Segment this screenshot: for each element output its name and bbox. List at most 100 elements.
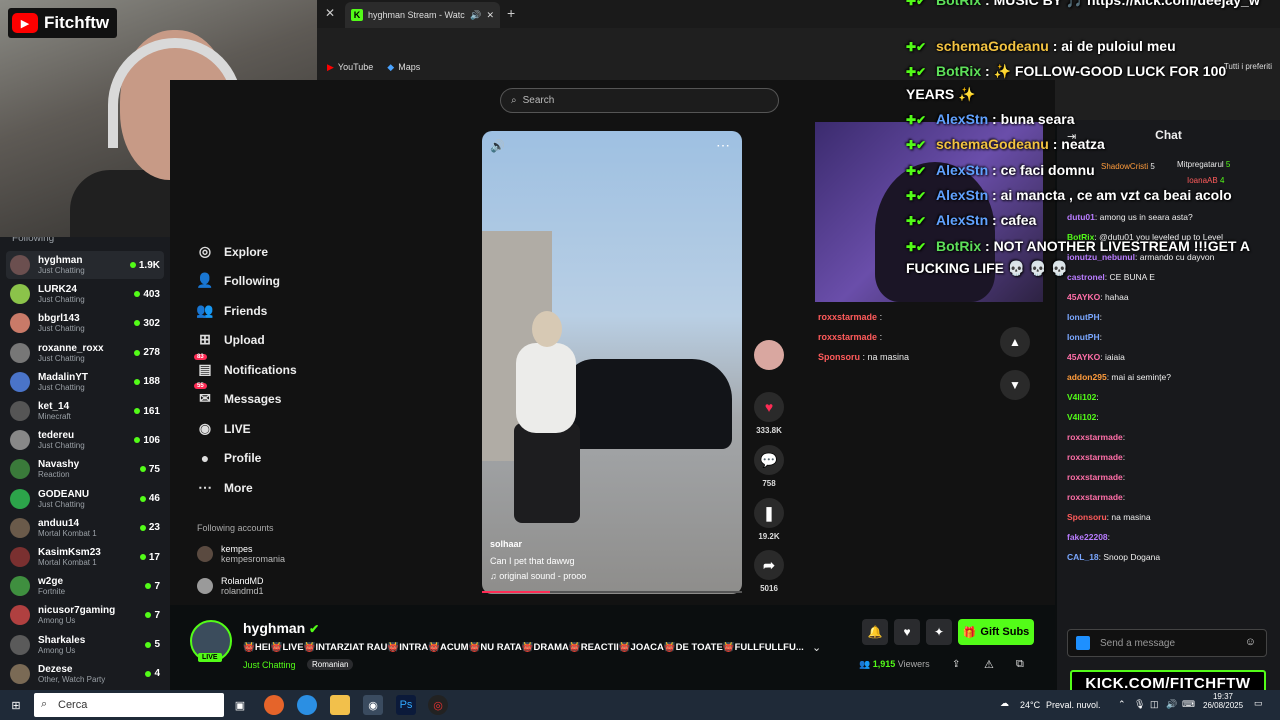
overlay-chat-line: ✚✔ schemaGodeanu : neatza <box>906 136 1105 152</box>
chat-username[interactable]: IonutPH <box>1067 312 1100 322</box>
nav-notifications[interactable]: ▤ 83 Notifications <box>194 354 297 378</box>
new-tab-icon[interactable]: + <box>507 5 515 21</box>
notification-center-icon[interactable]: ▭ <box>1254 698 1263 709</box>
volume-icon[interactable]: 🔊 <box>1166 699 1177 710</box>
video-progress[interactable] <box>482 591 742 593</box>
chevron-down-icon[interactable]: ▼ <box>1000 370 1030 400</box>
sparkle-icon[interactable]: ✦ <box>926 619 952 645</box>
follow-heart-icon[interactable]: ♥ <box>894 619 920 645</box>
sidebar-item-navashy[interactable]: Navashy Reaction 75 <box>6 455 164 483</box>
all-favorites[interactable]: Tutti i preferiti <box>1224 62 1272 71</box>
sidebar-item-tedereu[interactable]: tedereu Just Chatting 106 <box>6 426 164 454</box>
network-icon[interactable]: ◫ <box>1150 699 1159 710</box>
search-input[interactable]: ⌕ Search <box>500 88 779 113</box>
notification-bell-icon[interactable]: 🔔 <box>862 619 888 645</box>
sidebar-item-lurk24[interactable]: LURK24 Just Chatting 403 <box>6 280 164 308</box>
sidebar-item-godeanu[interactable]: GODEANU Just Chatting 46 <box>6 485 164 513</box>
taskbar-search[interactable]: ⌕ Cerca <box>34 693 224 717</box>
clip-icon[interactable]: ⧉ <box>1016 658 1024 671</box>
chat-username[interactable]: V4li102 <box>1067 392 1096 402</box>
nav-explore[interactable]: ◎ Explore <box>196 243 268 260</box>
sidebar-item-hyghman[interactable]: hyghman Just Chatting 1.9K <box>6 251 164 279</box>
channel-name[interactable]: hyghman ✔ <box>243 620 319 636</box>
edge-icon[interactable] <box>297 695 317 715</box>
send-message-input[interactable]: Send a message ☺ <box>1067 629 1267 657</box>
tab-hyghman[interactable]: K hyghman Stream - Watch L 🔊 ✕ <box>345 2 500 28</box>
sidebar-item-madalinyt[interactable]: MadalinYT Just Chatting 188 <box>6 368 164 396</box>
sidebar-item-kasimksm23[interactable]: KasimKsm23 Mortal Kombat 1 17 <box>6 543 164 571</box>
chat-username[interactable]: roxxstarmade <box>1067 472 1123 482</box>
chevron-up-icon[interactable]: ▲ <box>1000 327 1030 357</box>
nav-following[interactable]: 👤 Following <box>196 272 280 289</box>
expand-title-icon[interactable]: ⌄ <box>812 641 821 654</box>
firefox-icon[interactable] <box>264 695 284 715</box>
following-account[interactable]: kempes kempesromania <box>197 544 285 564</box>
sidebar-item-roxanne_roxx[interactable]: roxanne_roxx Just Chatting 278 <box>6 339 164 367</box>
obs-icon[interactable]: ◎ <box>428 695 448 715</box>
chat-username[interactable]: Sponsoru <box>1067 512 1107 522</box>
sidebar-item-anduu14[interactable]: anduu14 Mortal Kombat 1 23 <box>6 514 164 542</box>
overlay-chat-line: ✚✔ schemaGodeanu : ai de puloiul meu <box>906 38 1176 54</box>
report-icon[interactable]: ⚠ <box>984 658 994 671</box>
chat-username[interactable]: IonutPH <box>1067 332 1100 342</box>
emoji-icon[interactable]: ☺ <box>1245 636 1256 648</box>
nav-more[interactable]: ⋯ More <box>196 479 253 496</box>
video-author[interactable]: solhaar <box>490 539 522 549</box>
chat-username[interactable]: roxxstarmade <box>1067 492 1123 502</box>
chat-username[interactable]: fake22208 <box>1067 532 1108 542</box>
chat-username[interactable]: V4li102 <box>1067 412 1096 422</box>
share-button[interactable]: ➦ 5016 <box>752 550 786 593</box>
sidebar-item-w2ge[interactable]: w2ge Fortnite 7 <box>6 572 164 600</box>
gift-subs-button[interactable]: 🎁 Gift Subs <box>958 619 1034 645</box>
volume-icon[interactable]: 🔊 <box>490 139 505 153</box>
like-button[interactable]: ♥ 333.8K <box>752 392 786 435</box>
windows-start-icon[interactable]: ⊞ <box>6 695 26 715</box>
chat-username[interactable]: roxxstarmade <box>1067 452 1123 462</box>
mic-icon[interactable]: 🎙 <box>1134 699 1145 710</box>
tiktok-video[interactable]: 🔊 ⋯ solhaar Can I pet that dawwg ♫ origi… <box>482 131 742 594</box>
sidebar-item-name: hyghman <box>38 255 83 266</box>
bookmark-maps[interactable]: ◆ Maps <box>387 62 420 73</box>
speaker-icon[interactable]: 🔊 <box>470 10 481 21</box>
chat-username[interactable]: roxxstarmade <box>1067 432 1123 442</box>
weather-icon[interactable]: ☁ <box>1000 698 1009 709</box>
tab-close-icon[interactable]: ✕ <box>486 10 494 21</box>
nav-upload[interactable]: ⊞ Upload <box>196 331 265 348</box>
comment-button[interactable]: 💬 758 <box>752 445 786 488</box>
nav-friends[interactable]: 👥 Friends <box>196 302 267 319</box>
overlay-chat-user: BotRix <box>936 238 982 254</box>
sidebar-item-dezese[interactable]: Dezese Other, Watch Party 4 <box>6 660 164 688</box>
chat-username[interactable]: 45AYKO <box>1067 352 1100 362</box>
sidebar-item-viewers: 403 <box>134 289 160 300</box>
share-stream-icon[interactable]: ⇪ <box>952 659 960 670</box>
keyboard-icon[interactable]: ⌨ <box>1182 699 1195 710</box>
bookmark-youtube[interactable]: ▶ YouTube <box>327 62 373 73</box>
more-options-icon[interactable]: ⋯ <box>716 137 730 154</box>
file-explorer-icon[interactable] <box>330 695 350 715</box>
clock[interactable]: 19:37 26/08/2025 <box>1203 692 1243 710</box>
stream-tag[interactable]: Romanian <box>307 659 354 670</box>
video-sound[interactable]: ♫ original sound - proоо <box>490 571 586 581</box>
chat-identity-icon[interactable] <box>1076 636 1090 650</box>
tray-chevron-icon[interactable]: ⌃ <box>1118 699 1126 710</box>
nav-profile[interactable]: ● Profile <box>196 450 262 466</box>
sidebar-item-sharkales[interactable]: Sharkales Among Us 5 <box>6 631 164 659</box>
stream-category[interactable]: Just Chatting <box>243 660 296 670</box>
close-tab-icon[interactable]: ✕ <box>325 6 335 20</box>
nav-messages[interactable]: ✉ 55 Messages <box>194 383 281 407</box>
chat-username[interactable]: addon295 <box>1067 372 1107 382</box>
sidebar-item-nicusor7gaming[interactable]: nicusor7gaming Among Us 7 <box>6 601 164 629</box>
chat-username[interactable]: CAL_18 <box>1067 552 1099 562</box>
sidebar-item-bbgrl143[interactable]: bbgrl143 Just Chatting 302 <box>6 309 164 337</box>
following-account[interactable]: RolandMD rolandmd1 <box>197 576 264 596</box>
chat-username[interactable]: castronel <box>1067 272 1105 282</box>
creator-avatar[interactable] <box>752 340 786 374</box>
sidebar-item-ket_14[interactable]: ket_14 Minecraft 161 <box>6 397 164 425</box>
nav-live[interactable]: ◉ LIVE <box>196 420 251 437</box>
chat-username[interactable]: 45AYKO <box>1067 292 1100 302</box>
task-view-icon[interactable]: ▣ <box>230 695 250 715</box>
photoshop-icon[interactable]: Ps <box>396 695 416 715</box>
chat-username[interactable]: dutu01 <box>1067 212 1095 222</box>
chrome-icon[interactable]: ◉ <box>363 695 383 715</box>
save-button[interactable]: ❚ 19.2K <box>752 498 786 541</box>
